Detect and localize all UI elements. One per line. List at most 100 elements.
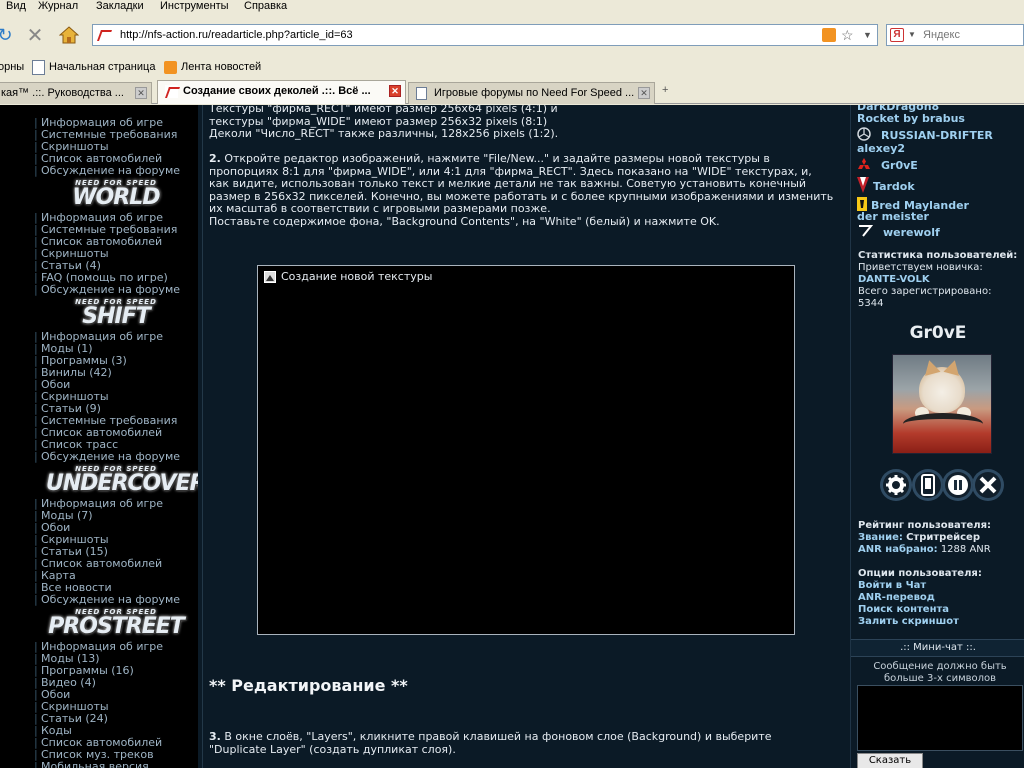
bookmark-item-truncated[interactable]: орны [0,56,24,78]
search-box[interactable]: Я ▼ Яндекс [886,24,1024,46]
close-tab-icon[interactable]: ✕ [638,87,650,99]
sidebar-nav-label: Мобильная версия [41,760,149,768]
yandex-icon[interactable]: Я [890,28,904,42]
online-user-link[interactable]: Rocket by brabus [857,113,965,125]
section-heading: ** Редактирование ** [209,676,408,695]
stop-icon[interactable]: ✕ [22,22,48,48]
tab-bar: кая™ .::. Руководства ... ✕ Создание сво… [0,80,1024,104]
bullet-bar: | [34,283,38,296]
tab-create-decals[interactable]: Создание своих деколей .::. Всё ... ✕ [157,80,406,104]
site-favicon [165,85,178,98]
reload-icon[interactable]: ↻ [0,22,18,48]
home-icon[interactable] [56,22,82,48]
step-number: 3. [209,730,221,743]
sidebar-nav-label: Обсуждение на форуме [41,593,181,606]
game-logo[interactable]: NEED FOR SPEED WORLD [46,179,186,209]
menu-help[interactable]: Справка [244,0,287,12]
bookmark-star-icon[interactable]: ☆ [841,25,854,45]
registered-label: Всего зарегистрировано: [858,286,992,297]
rss-icon[interactable] [822,28,836,42]
page-icon [416,87,427,100]
online-user-link[interactable]: alexey2 [857,143,905,155]
article-paragraph-1: Текстуры "фирма_RECT" имеют размер 256x6… [209,105,559,140]
online-user-name: Tardok [873,179,915,193]
article-paragraph-2: 2. Откройте редактор изображений, нажмит… [209,152,834,228]
bookmark-news-feed[interactable]: Лента новостей [164,56,261,78]
page-icon [32,59,45,75]
options-title: Опции пользователя: [858,568,982,579]
tab-guides[interactable]: кая™ .::. Руководства ... ✕ [0,82,152,104]
online-user-link[interactable]: der meister [857,211,929,223]
url-dropdown-icon[interactable]: ▼ [863,25,872,45]
close-tab-icon[interactable]: ✕ [135,87,147,99]
newbie-link[interactable]: DANTE-VOLK [858,274,930,286]
bullet-bar: | [34,760,38,768]
game-logo-title: SHIFT [82,304,150,329]
game-logo-title: WORLD [72,185,160,210]
game-logo[interactable]: NEED FOR SPEED UNDERCOVER [46,465,198,495]
article-paragraph-3: 3. В окне слоёв, "Layers", кликните прав… [209,730,772,756]
article-image-placeholder: Создание новой текстуры [257,265,795,635]
stats-title: Статистика пользователей: [858,250,1018,261]
browser-chrome: Вид Журнал Закладки Инструменты Справка … [0,0,1024,105]
sidebar-nav-link[interactable]: | Обсуждение на форуме [34,451,180,463]
new-tab-button[interactable]: + [662,84,668,96]
search-engine-dropdown-icon[interactable]: ▼ [908,25,916,45]
online-user-name: Gr0vE [881,158,918,172]
sidebar-nav-link[interactable]: | Обсуждение на форуме [34,165,180,177]
stats-welcome: Приветствуем новичка: [858,262,983,273]
bullet-bar: | [34,450,38,463]
close-tab-icon[interactable]: ✕ [389,85,401,97]
online-user-name: werewolf [883,225,940,239]
game-logo-title: PROSTREET [48,614,185,639]
address-bar[interactable]: http://nfs-action.ru/readarticle.php?art… [92,24,878,46]
mitsubishi-icon [857,157,871,174]
settings-gear-icon[interactable] [880,469,912,501]
search-input[interactable]: Яндекс [923,25,960,45]
sidebar-nav-label: Обсуждение на форуме [41,450,181,463]
sidebar-nav-link[interactable]: | Обсуждение на форуме [34,594,180,606]
sidebar-nav-label: Обсуждение на форуме [41,283,181,296]
minichat-send-button[interactable]: Сказать [857,753,923,768]
bookmark-home-page[interactable]: Начальная страница [32,56,155,78]
pause-icon[interactable] [942,469,974,501]
left-sidebar: | Информация об игре | Системные требования… [0,105,198,768]
menu-history[interactable]: Журнал [38,0,78,12]
close-icon[interactable] [972,469,1004,501]
option-anr-transfer[interactable]: ANR-перевод [858,592,935,604]
game-logo[interactable]: NEED FOR SPEED SHIFT [46,298,186,328]
option-content-search[interactable]: Поиск контента [858,604,949,616]
option-upload-screenshot[interactable]: Залить скриншот [858,616,959,628]
pontiac-icon [857,177,869,196]
avatar-cat [919,367,965,413]
minichat-input[interactable] [857,685,1023,751]
online-user-name: alexey2 [857,142,906,155]
url-text: http://nfs-action.ru/readarticle.php?art… [120,29,353,41]
step-number: 2. [209,152,221,165]
menu-tools[interactable]: Инструменты [160,0,229,12]
online-user-link[interactable]: Gr0vE [857,157,918,174]
article-content: Текстуры "фирма_RECT" имеют размер 256x6… [203,105,845,768]
sidebar-nav-label: Обсуждение на форуме [41,164,181,177]
mobile-phone-icon[interactable] [912,469,944,501]
online-user-link[interactable]: Tardok [857,177,915,196]
bullet-bar: | [34,593,38,606]
option-chat[interactable]: Войти в Чат [858,580,926,592]
online-user-name: RUSSIAN-DRIFTER [881,128,993,142]
sidebar-nav-link[interactable]: | Обсуждение на форуме [34,284,180,296]
game-logo[interactable]: NEED FOR SPEED PROSTREET [46,608,186,638]
minichat-header: .:: Мини-чат ::. [851,639,1024,657]
bullet-bar: | [34,164,38,177]
menu-bar: Вид Журнал Закладки Инструменты Справка [0,0,1024,14]
site-favicon [97,28,111,42]
web-page: | Информация об игре | Системные требования… [0,105,1024,768]
tab-game-forums[interactable]: Игровые форумы по Need For Speed ... ✕ [408,82,655,104]
rating-title: Рейтинг пользователя: [858,520,992,531]
anr-row: ANR набрано: 1288 ANR [858,544,991,555]
registered-count: 5344 [858,298,884,309]
menu-bookmarks[interactable]: Закладки [96,0,144,12]
sidebar-nav-link[interactable]: | Мобильная версия [34,761,149,768]
menu-view[interactable]: Вид [6,0,26,12]
rank-row: Звание: Стритрейсер [858,532,980,543]
online-user-link[interactable]: werewolf [857,224,940,241]
